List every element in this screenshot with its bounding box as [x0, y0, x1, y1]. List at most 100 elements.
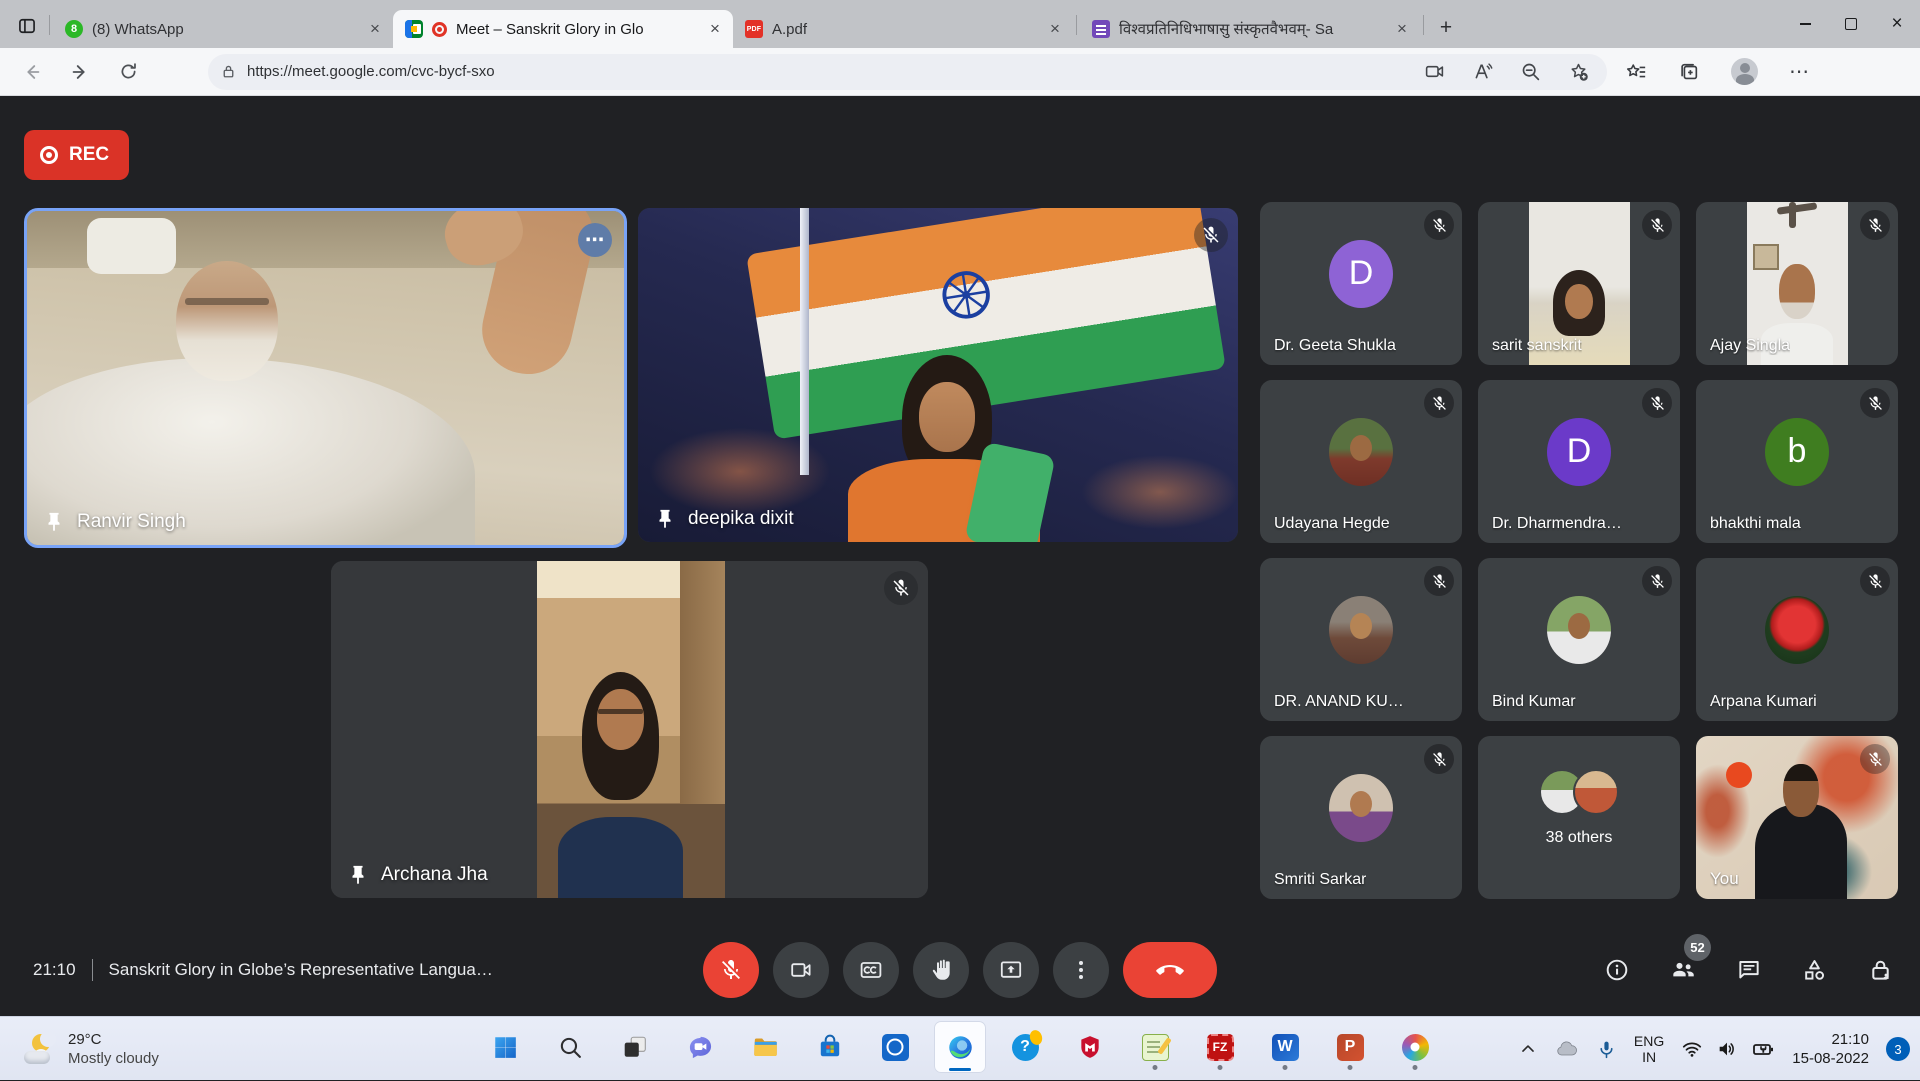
clock-date-widget[interactable]: 21:10 15-08-2022 [1792, 1030, 1869, 1068]
microphone-in-use-icon[interactable] [1596, 1039, 1617, 1060]
tray-overflow-chevron-icon[interactable] [1518, 1039, 1538, 1059]
google-forms-favicon [1092, 20, 1110, 38]
browser-profile-avatar[interactable] [1731, 58, 1758, 85]
new-tab-button[interactable]: + [1431, 13, 1461, 43]
close-tab-icon[interactable]: × [705, 19, 725, 39]
favorites-bar-icon[interactable] [1625, 61, 1647, 83]
word-button[interactable]: W [1259, 1021, 1311, 1073]
grid-tile-udayana-hegde[interactable]: Udayana Hegde [1260, 380, 1462, 543]
participants-panel-icon[interactable]: 52 [1669, 956, 1697, 984]
collections-icon[interactable] [1678, 61, 1700, 83]
weather-icon-moon-cloud [24, 1034, 58, 1064]
pinned-app-button[interactable] [869, 1021, 921, 1073]
back-button[interactable] [12, 54, 52, 90]
grid-tile-dharmendra[interactable]: D Dr. Dharmendra… [1478, 380, 1680, 543]
notification-count-badge[interactable]: 3 [1886, 1037, 1910, 1061]
edge-browser-button-active[interactable] [934, 1021, 986, 1073]
refresh-button[interactable] [108, 54, 148, 90]
tab-forms[interactable]: विश्वप्रतिनिधिभाषासु संस्कृतवैभवम्- Sa × [1080, 10, 1420, 48]
tile-options-button[interactable]: ⋯ [578, 223, 612, 257]
tab-title: विश्वप्रतिनिधिभाषासु संस्कृतवैभवम्- Sa [1119, 19, 1383, 39]
captions-button[interactable] [843, 942, 899, 998]
meeting-details-info-icon[interactable] [1604, 957, 1630, 983]
teams-chat-button[interactable] [674, 1021, 726, 1073]
quick-settings[interactable] [1681, 1037, 1775, 1061]
grid-tile-arpana-kumari[interactable]: Arpana Kumari [1696, 558, 1898, 721]
recording-badge: REC [24, 130, 129, 180]
grid-tile-sarit-sanskrit[interactable]: sarit sanskrit [1478, 202, 1680, 365]
search-button[interactable] [544, 1021, 596, 1073]
present-screen-button[interactable] [983, 942, 1039, 998]
grid-tile-ajay-singla[interactable]: Ajay Singla [1696, 202, 1898, 365]
add-favorite-star-icon[interactable] [1568, 61, 1589, 82]
zoom-out-icon[interactable] [1520, 61, 1541, 82]
photos-app-button[interactable] [1389, 1021, 1441, 1073]
microsoft-store-button[interactable] [804, 1021, 856, 1073]
weather-widget[interactable]: 29°C Mostly cloudy [14, 1017, 169, 1081]
mic-toggle-button-muted[interactable] [703, 942, 759, 998]
video-tile-deepika-dixit[interactable]: deepika dixit [638, 208, 1238, 542]
mic-muted-icon [884, 571, 918, 605]
close-window-button[interactable]: × [1874, 0, 1920, 48]
minimize-button[interactable] [1782, 0, 1828, 48]
onedrive-cloud-icon[interactable] [1555, 1037, 1579, 1061]
chat-panel-icon[interactable] [1736, 957, 1762, 983]
site-security-lock-icon[interactable] [220, 63, 237, 80]
video-feed [27, 211, 624, 545]
wifi-icon [1681, 1038, 1703, 1060]
tab-separator [1076, 15, 1077, 35]
close-tab-icon[interactable]: × [1392, 19, 1412, 39]
address-bar[interactable]: https://meet.google.com/cvc-bycf-sxo [208, 54, 1607, 90]
tray-date: 15-08-2022 [1792, 1049, 1869, 1068]
video-tile-ranvir-singh[interactable]: ⋯ Ranvir Singh [24, 208, 627, 548]
windows-taskbar: 29°C Mostly cloudy [0, 1016, 1920, 1080]
powerpoint-button[interactable]: P [1324, 1021, 1376, 1073]
leave-call-button[interactable] [1123, 942, 1217, 998]
participant-name: DR. ANAND KU… [1274, 693, 1404, 711]
tab-actions-menu-button[interactable] [14, 13, 40, 39]
participant-name: deepika dixit [688, 508, 794, 530]
participant-name: Ajay Singla [1710, 337, 1790, 355]
pin-icon [43, 511, 65, 533]
get-help-app-button[interactable]: ? [999, 1021, 1051, 1073]
grid-tile-others-overflow[interactable]: 38 others [1478, 736, 1680, 899]
tab-pdf[interactable]: PDF A.pdf × [733, 10, 1073, 48]
whatsapp-favicon: 8 [65, 20, 83, 38]
grid-tile-you[interactable]: You [1696, 736, 1898, 899]
camera-toggle-button[interactable] [773, 942, 829, 998]
video-tile-archana-jha[interactable]: Archana Jha [331, 561, 928, 898]
settings-more-icon[interactable]: ⋯ [1789, 59, 1810, 84]
grid-tile-bhakthi-mala[interactable]: b bhakthi mala [1696, 380, 1898, 543]
grid-tile-anand-kumar[interactable]: DR. ANAND KU… [1260, 558, 1462, 721]
grid-tile-bind-kumar[interactable]: Bind Kumar [1478, 558, 1680, 721]
raise-hand-button[interactable] [913, 942, 969, 998]
tab-meet-active[interactable]: Meet – Sanskrit Glory in Glo × [393, 10, 733, 48]
avatar-photo [1329, 596, 1393, 664]
read-aloud-icon[interactable] [1472, 61, 1493, 82]
maximize-button[interactable] [1828, 0, 1874, 48]
task-view-button[interactable] [609, 1021, 661, 1073]
close-tab-icon[interactable]: × [1045, 19, 1065, 39]
participant-grid: D Dr. Geeta Shukla sarit sanskrit Ajay S… [1260, 202, 1898, 899]
pdf-favicon: PDF [745, 20, 763, 38]
participant-name: You [1710, 869, 1739, 889]
file-explorer-button[interactable] [739, 1021, 791, 1073]
tab-whatsapp[interactable]: 8 (8) WhatsApp × [53, 10, 393, 48]
mic-muted-icon [1860, 744, 1890, 774]
participant-name: bhakthi mala [1710, 515, 1801, 533]
filezilla-button[interactable]: FZ [1194, 1021, 1246, 1073]
close-tab-icon[interactable]: × [365, 19, 385, 39]
participant-name: Archana Jha [381, 864, 488, 886]
mcafee-button[interactable] [1064, 1021, 1116, 1073]
forward-button[interactable] [60, 54, 100, 90]
notepad-plus-plus-button[interactable] [1129, 1021, 1181, 1073]
host-controls-lock-icon[interactable] [1867, 957, 1894, 984]
activities-icon[interactable] [1801, 957, 1828, 984]
url-text[interactable]: https://meet.google.com/cvc-bycf-sxo [247, 63, 495, 80]
grid-tile-geeta-shukla[interactable]: D Dr. Geeta Shukla [1260, 202, 1462, 365]
language-indicator[interactable]: ENG IN [1634, 1033, 1664, 1065]
tab-media-camera-icon[interactable] [1424, 61, 1445, 82]
grid-tile-smriti-sarkar[interactable]: Smriti Sarkar [1260, 736, 1462, 899]
more-options-button[interactable] [1053, 942, 1109, 998]
start-button[interactable] [479, 1021, 531, 1073]
